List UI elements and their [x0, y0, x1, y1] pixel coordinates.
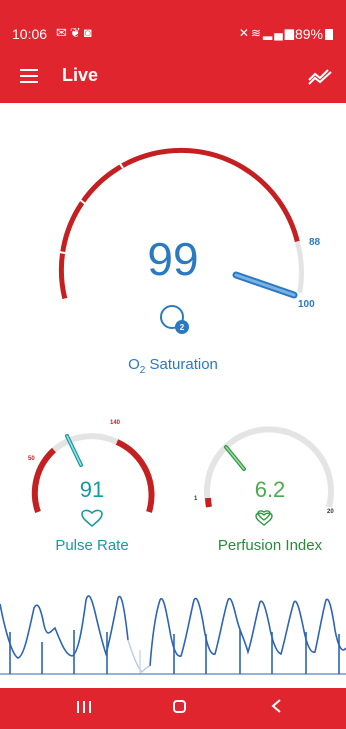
navigation-bar: [0, 688, 346, 729]
notification-icons: ✉❦◙: [56, 25, 95, 41]
pleth-waveform: [0, 570, 346, 688]
battery-percent: 89%: [294, 26, 323, 42]
perfusion-index-label: Perfusion Index: [217, 537, 323, 554]
layered-heart-icon: [255, 510, 273, 526]
menu-icon[interactable]: [20, 69, 38, 83]
pulse-rate-label: Pulse Rate: [55, 537, 129, 554]
status-bar: 10:06 ✉❦◙ ✕≋▂▄▆ 89%: [0, 0, 346, 50]
mail-icon: ◙: [83, 25, 95, 40]
spo2-scale-high: 100: [298, 299, 315, 310]
pleth-wave-line: [0, 595, 346, 667]
pulse-rate-value: 91: [79, 477, 105, 502]
recents-icon[interactable]: [64, 698, 104, 718]
notification-icon: ✉: [56, 25, 70, 40]
wifi-icon: ≋: [250, 26, 264, 40]
trend-icon[interactable]: [308, 66, 332, 86]
app-icon: ❦: [69, 25, 84, 40]
pi-needle-highlight: [225, 446, 245, 470]
page-title: Live: [62, 65, 99, 85]
back-icon[interactable]: [256, 698, 296, 719]
mute-icon: ✕: [238, 26, 251, 40]
spo2-scale-low: 88: [309, 237, 321, 248]
battery-icon: [325, 29, 333, 40]
battery-indicator: 89%: [295, 26, 333, 42]
pulse-gauge-gray-arc: [52, 433, 119, 453]
spo2-label-prefix: O: [128, 356, 140, 373]
status-time: 10:06: [12, 26, 48, 42]
app-bar: Live: [0, 50, 346, 103]
spo2-needle-highlight: [234, 273, 296, 297]
signal-icon: ▂▄▆: [263, 26, 296, 40]
svg-text:2: 2: [180, 323, 185, 332]
pleth-wave-fade: [127, 639, 151, 673]
system-icons: ✕≋▂▄▆: [239, 26, 296, 40]
pulse-scale-low: 50: [28, 456, 35, 462]
spo2-label-suffix: Saturation: [145, 356, 218, 373]
pulse-scale-high: 140: [110, 420, 121, 426]
oxygen-icon: 2: [160, 305, 189, 334]
pi-gauge-red-arc: [205, 497, 212, 508]
spo2-gauge-gray-arc: [294, 240, 304, 294]
perfusion-index-value: 6.2: [254, 477, 286, 502]
home-icon[interactable]: [159, 698, 199, 718]
spo2-label: O2 Saturation: [103, 356, 243, 376]
pleth-waveform-svg: [0, 595, 346, 675]
pi-scale-high: 20: [327, 509, 334, 515]
pi-scale-low: 1: [194, 496, 198, 502]
heart-icon: [81, 509, 103, 528]
spo2-value: 99: [147, 233, 199, 285]
